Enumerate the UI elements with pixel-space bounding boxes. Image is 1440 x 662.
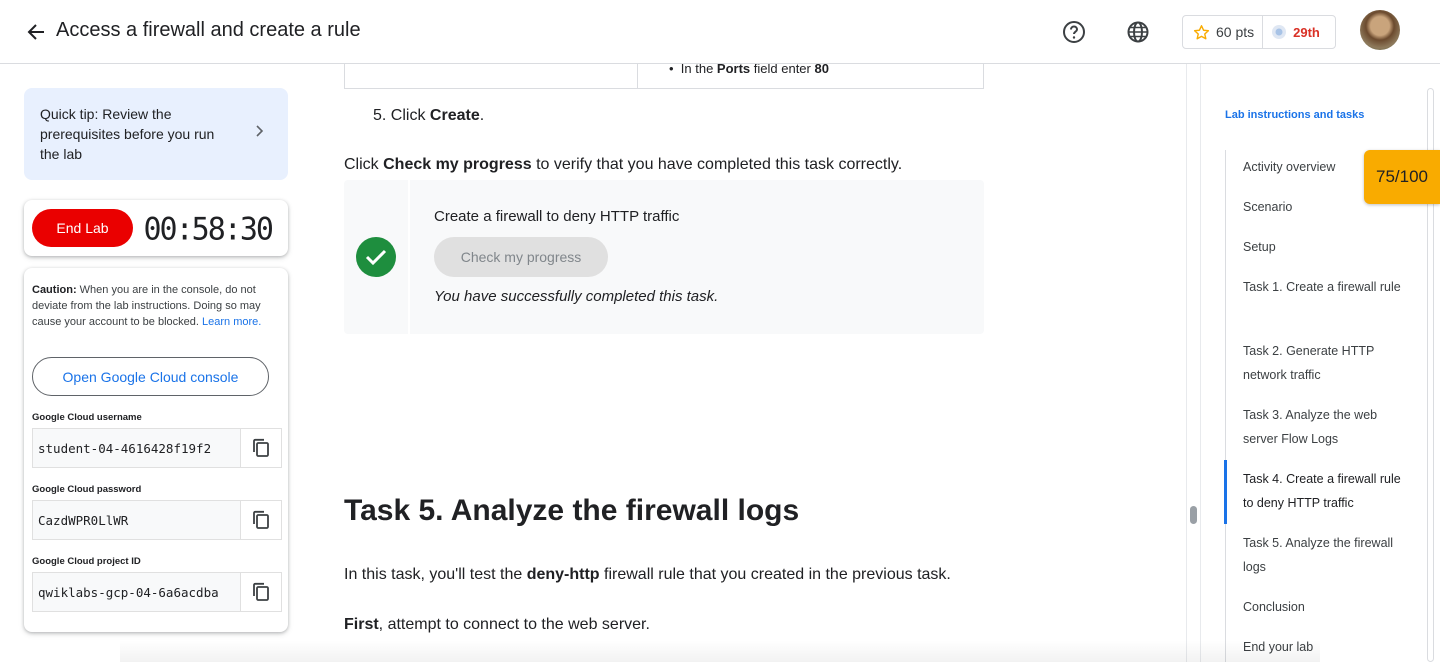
- bullet-text-mid: field enter: [750, 64, 815, 76]
- points-value: 60 pts: [1216, 24, 1255, 40]
- project-id-label: Google Cloud project ID: [32, 556, 141, 567]
- check-circle-icon: [356, 237, 396, 277]
- check-text-bold: Check my progress: [383, 156, 532, 173]
- para2-bold: First: [344, 616, 379, 633]
- task-5-intro: In this task, you'll test the deny-http …: [344, 566, 951, 584]
- para1-bold: deny-http: [526, 566, 600, 583]
- toc-item-task-5[interactable]: Task 5. Analyze the firewall logs: [1243, 531, 1403, 579]
- progress-task-title: Create a firewall to deny HTTP traffic: [434, 208, 680, 225]
- caution-note: Caution: When you are in the console, do…: [32, 282, 282, 330]
- bullet-bold-ports: Ports: [716, 64, 751, 76]
- quick-tip-text: Quick tip: Review the prerequisites befo…: [40, 106, 215, 162]
- content-scrollbar[interactable]: [1186, 64, 1200, 662]
- credentials-card: Caution: When you are in the console, do…: [24, 268, 288, 632]
- user-avatar[interactable]: [1360, 10, 1400, 50]
- points-counter: 60 pts: [1183, 16, 1264, 48]
- check-text-pre: Click: [344, 156, 384, 173]
- toc-item-conclusion[interactable]: Conclusion: [1243, 595, 1403, 619]
- bottom-shadow: [120, 640, 1320, 662]
- username-value[interactable]: student-04-4616428f19f2: [33, 429, 241, 467]
- username-label: Google Cloud username: [32, 412, 142, 423]
- para1-pre: In this task, you'll test the: [344, 566, 527, 583]
- toc-active-indicator: [1224, 460, 1227, 524]
- lab-timer: 00:58:30: [143, 211, 274, 248]
- table-bullet-item: • In the Ports field enter 80: [669, 64, 829, 76]
- end-lab-button[interactable]: End Lab: [32, 209, 133, 247]
- progress-success-message: You have successfully completed this tas…: [434, 288, 719, 305]
- password-field: CazdWPR0LlWR: [32, 500, 282, 540]
- progress-check-box: Create a firewall to deny HTTP traffic C…: [344, 180, 984, 334]
- help-icon[interactable]: [1060, 18, 1088, 46]
- league-rank: 29th: [1263, 24, 1328, 40]
- content-scrollbar-thumb[interactable]: [1190, 506, 1197, 524]
- task-5-heading: Task 5. Analyze the firewall logs: [344, 494, 800, 527]
- toc-item-task-1[interactable]: Task 1. Create a firewall rule: [1243, 275, 1403, 299]
- open-console-button[interactable]: Open Google Cloud console: [32, 357, 269, 396]
- copy-project-id-button[interactable]: [240, 573, 281, 611]
- para1-post: firewall rule that you created in the pr…: [599, 566, 951, 583]
- toc-item-task-2[interactable]: Task 2. Generate HTTP network traffic: [1243, 339, 1403, 387]
- toc-track-line: [1225, 150, 1226, 662]
- instructions-table-fragment: • In the Ports field enter 80: [344, 64, 984, 89]
- bullet-text-pre: In the: [680, 64, 717, 76]
- check-progress-instruction: Click Check my progress to verify that y…: [344, 156, 902, 174]
- star-icon: [1193, 24, 1210, 39]
- toc-item-task-4[interactable]: Task 4. Create a firewall rule to deny H…: [1243, 467, 1403, 515]
- task-5-first-step: First, attempt to connect to the web ser…: [344, 616, 650, 634]
- page-title: Access a firewall and create a rule: [56, 19, 361, 41]
- username-field: student-04-4616428f19f2: [32, 428, 282, 468]
- project-id-value[interactable]: qwiklabs-gcp-04-6a6acdba: [33, 573, 241, 611]
- globe-icon[interactable]: [1124, 18, 1152, 46]
- copy-username-button[interactable]: [240, 429, 281, 467]
- password-label: Google Cloud password: [32, 484, 142, 495]
- chevron-right-icon: [254, 124, 264, 142]
- lab-timer-card: End Lab 00:58:30: [24, 200, 288, 256]
- back-arrow-icon[interactable]: [22, 18, 50, 46]
- check-my-progress-button[interactable]: Check my progress: [434, 237, 608, 277]
- rank-value: 29th: [1293, 24, 1320, 40]
- check-text-post: to verify that you have completed this t…: [531, 156, 903, 173]
- step-5: 5. Click Create.: [373, 107, 484, 125]
- points-summary[interactable]: 60 pts 29th: [1182, 15, 1336, 49]
- toc-item-setup[interactable]: Setup: [1243, 235, 1403, 259]
- project-id-field: qwiklabs-gcp-04-6a6acdba: [32, 572, 282, 612]
- para2-post: , attempt to connect to the web server.: [378, 616, 650, 633]
- toc-item-task-3[interactable]: Task 3. Analyze the web server Flow Logs: [1243, 403, 1403, 451]
- bullet-bold-80: 80: [814, 64, 829, 76]
- progress-box-divider: [408, 180, 410, 334]
- step-5-bold: Create: [429, 107, 480, 124]
- copy-icon: [253, 438, 269, 457]
- score-badge: 75/100: [1364, 150, 1440, 204]
- lab-instructions-content: • In the Ports field enter 80 5. Click C…: [300, 64, 1185, 662]
- learn-more-link[interactable]: Learn more.: [202, 316, 261, 328]
- step-5-end: .: [479, 107, 485, 124]
- copy-icon: [253, 510, 269, 529]
- league-badge-icon: [1272, 25, 1287, 39]
- table-column-divider: [637, 64, 638, 88]
- caution-label: Caution:: [32, 284, 77, 296]
- password-value[interactable]: CazdWPR0LlWR: [33, 501, 241, 539]
- step-5-text: 5. Click: [373, 107, 430, 124]
- quick-tip-card[interactable]: Quick tip: Review the prerequisites befo…: [24, 88, 288, 180]
- toc-heading: Lab instructions and tasks: [1225, 109, 1365, 121]
- copy-password-button[interactable]: [240, 501, 281, 539]
- top-header: Access a firewall and create a rule 60 p…: [0, 0, 1440, 64]
- copy-icon: [253, 582, 269, 601]
